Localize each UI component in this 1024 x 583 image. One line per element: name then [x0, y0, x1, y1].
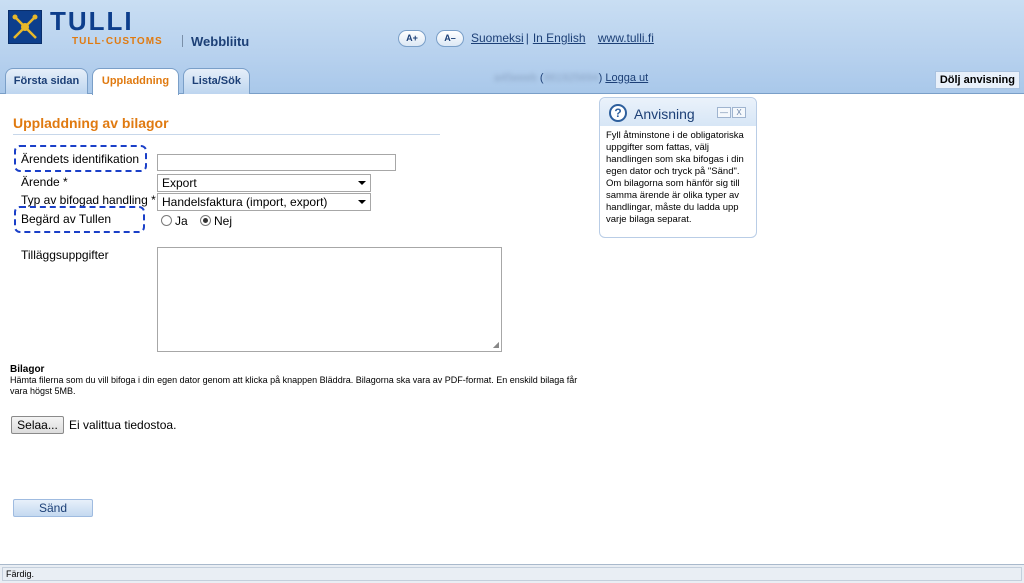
- attachments-title: Bilagor: [10, 364, 45, 375]
- doc-type-select[interactable]: Handelsfaktura (import, export): [157, 193, 371, 211]
- logout-link[interactable]: Logga ut: [605, 72, 648, 84]
- tab-forsta-sidan[interactable]: Första sidan: [5, 68, 88, 94]
- user-id: 881925694: [543, 72, 599, 84]
- radio-yes[interactable]: [161, 215, 172, 226]
- case-label: Ärende *: [21, 175, 68, 189]
- help-title: Anvisning: [634, 106, 695, 122]
- close-icon[interactable]: X: [732, 107, 746, 118]
- case-select[interactable]: Export: [157, 174, 371, 192]
- title-divider: [13, 134, 440, 135]
- radio-no[interactable]: [200, 215, 211, 226]
- case-id-input[interactable]: [157, 154, 396, 171]
- send-button[interactable]: Sänd: [13, 499, 93, 517]
- status-bar: Färdig.: [0, 564, 1024, 583]
- requested-label: Begärd av Tullen: [21, 212, 112, 226]
- doc-type-select-value: Handelsfaktura (import, export): [162, 195, 328, 209]
- font-increase-button[interactable]: A+: [398, 30, 426, 47]
- tab-uppladdning[interactable]: Uppladdning: [92, 68, 179, 95]
- brand-divider: [182, 35, 183, 47]
- link-tulli-site[interactable]: www.tulli.fi: [598, 31, 654, 45]
- status-text: Färdig.: [2, 567, 1022, 581]
- language-links: Suomeksi | In English www.tulli.fi: [471, 31, 654, 45]
- extra-info-label: Tilläggsuppgifter: [21, 248, 109, 262]
- tulli-logo-icon: [8, 10, 42, 44]
- chevron-down-icon: [358, 181, 366, 185]
- chevron-down-icon: [358, 200, 366, 204]
- tab-lista-sok[interactable]: Lista/Sök: [183, 68, 250, 94]
- no-file-text: Ei valittua tiedostoa.: [69, 418, 177, 432]
- header: TULLI TULL·CUSTOMS Webbliitu A+ A– Suome…: [0, 0, 1024, 95]
- attachments-instructions: Hämta filerna som du vill bifoga i din e…: [10, 375, 578, 396]
- brand-subtitle: TULL·CUSTOMS: [72, 36, 163, 47]
- brand-name: TULLI: [50, 6, 134, 36]
- page-title: Uppladdning av bilagor: [13, 115, 169, 131]
- extra-info-textarea[interactable]: ◢: [157, 247, 502, 352]
- font-decrease-button[interactable]: A–: [436, 30, 464, 47]
- help-panel-header: ? Anvisning — X: [600, 98, 756, 126]
- case-select-value: Export: [162, 176, 197, 190]
- link-in-english[interactable]: In English: [533, 31, 586, 45]
- case-id-label: Ärendets identifikation: [21, 152, 140, 166]
- app-name: Webbliitu: [191, 34, 250, 49]
- question-icon: ?: [609, 104, 627, 122]
- help-text: Fyll åtminstone i de obligatoriska uppgi…: [606, 130, 744, 225]
- radio-yes-label: Ja: [175, 214, 188, 228]
- user-info: a45eeeb (881925694) Logga ut: [494, 72, 649, 84]
- resize-handle-icon[interactable]: ◢: [493, 341, 499, 349]
- radio-no-label: Nej: [214, 214, 233, 228]
- minimize-icon[interactable]: —: [717, 107, 731, 118]
- doc-type-label: Typ av bifogad handling *: [21, 193, 156, 207]
- help-panel: ? Anvisning — X Fyll åtminstone i de obl…: [599, 97, 757, 238]
- hide-help-button[interactable]: Dölj anvisning: [934, 71, 1020, 89]
- browse-button[interactable]: Selaa...: [11, 416, 64, 434]
- user-name: a45eeeb: [494, 72, 537, 84]
- link-suomeksi[interactable]: Suomeksi: [471, 31, 524, 45]
